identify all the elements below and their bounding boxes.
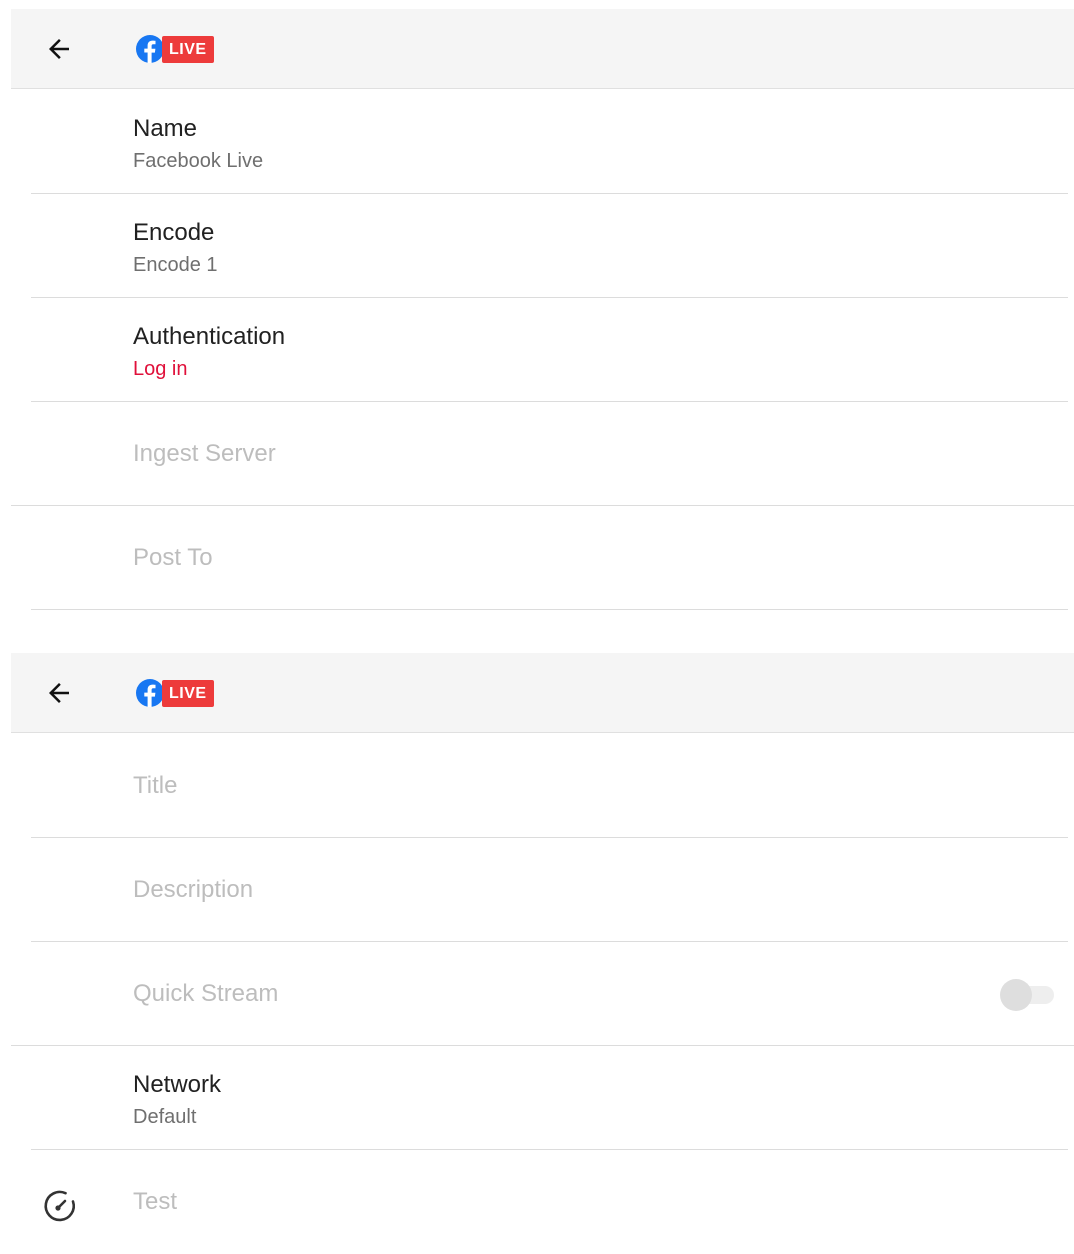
encode-value: Encode 1	[133, 254, 218, 276]
live-badge: LIVE	[162, 679, 214, 707]
facebook-icon	[136, 35, 164, 63]
ingest-server-row[interactable]: Ingest Server	[0, 402, 1074, 506]
title-label: Title	[133, 772, 178, 799]
authentication-row[interactable]: Authentication Log in	[0, 298, 1074, 402]
quick-stream-row[interactable]: Quick Stream	[0, 942, 1074, 1046]
encode-label: Encode	[133, 219, 215, 246]
toggle-thumb	[1000, 979, 1032, 1011]
name-label: Name	[133, 115, 198, 142]
post-to-label: Post To	[133, 544, 213, 571]
live-badge: LIVE	[162, 35, 214, 63]
network-value: Default	[133, 1106, 197, 1128]
arrow-left-icon	[49, 683, 69, 703]
facebook-live-logo: LIVE	[136, 679, 214, 707]
app-bar: LIVE	[11, 653, 1074, 733]
description-row[interactable]: Description	[0, 838, 1074, 942]
ingest-server-label: Ingest Server	[133, 440, 276, 467]
post-to-row[interactable]: Post To	[0, 506, 1074, 610]
quick-stream-toggle[interactable]	[1000, 979, 1056, 1011]
name-row[interactable]: Name Facebook Live	[0, 90, 1074, 194]
network-row[interactable]: Network Default	[0, 1046, 1074, 1150]
network-label: Network	[133, 1071, 222, 1098]
back-button[interactable]	[41, 31, 77, 67]
page: LIVE Name Facebook Live Encode Encode 1 …	[0, 0, 1074, 1222]
test-row[interactable]: Test	[0, 1150, 1074, 1254]
app-bar: LIVE	[11, 9, 1074, 89]
speedometer-icon	[44, 1190, 75, 1222]
title-row[interactable]: Title	[0, 734, 1074, 838]
description-label: Description	[133, 876, 254, 903]
arrow-left-icon	[49, 39, 69, 59]
facebook-live-logo: LIVE	[136, 35, 214, 63]
name-value: Facebook Live	[133, 150, 264, 172]
divider	[31, 609, 1068, 610]
test-label: Test	[133, 1188, 178, 1215]
log-in-link[interactable]: Log in	[133, 358, 188, 381]
facebook-icon	[136, 679, 164, 707]
back-button[interactable]	[41, 675, 77, 711]
quick-stream-label: Quick Stream	[133, 980, 279, 1007]
authentication-label: Authentication	[133, 323, 286, 350]
encode-row[interactable]: Encode Encode 1	[0, 194, 1074, 298]
